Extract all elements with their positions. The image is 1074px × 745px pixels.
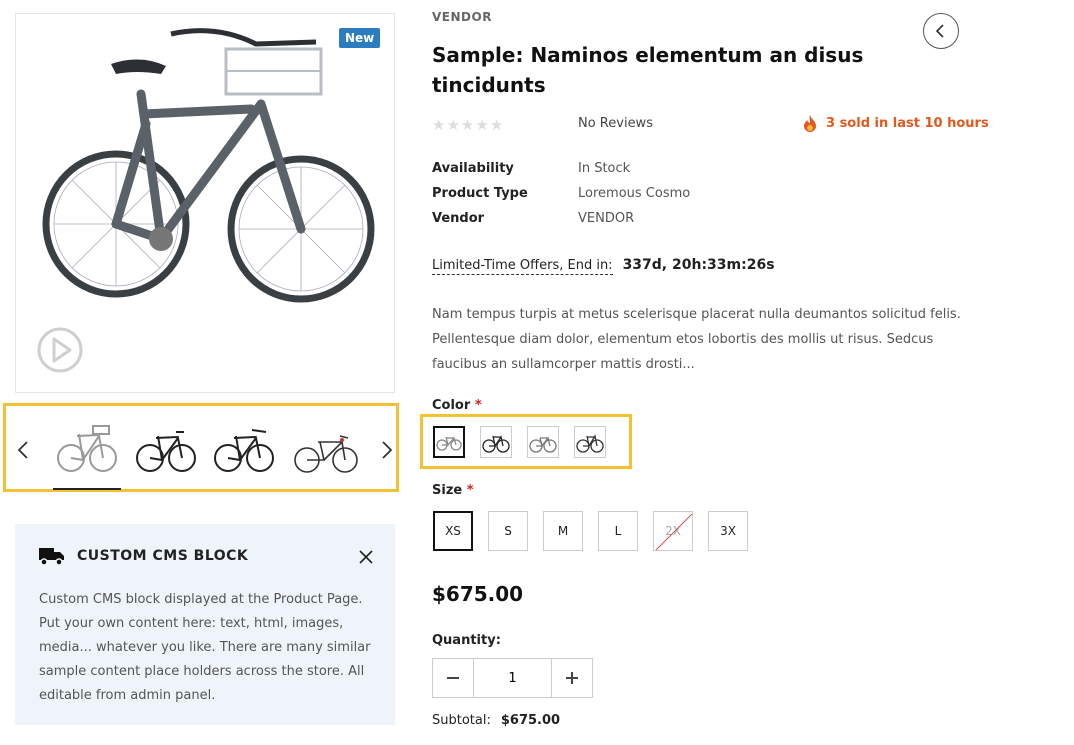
product-description: Nam tempus turpis at metus scelerisque p…: [432, 307, 961, 372]
size-option-xs[interactable]: XS: [433, 511, 473, 551]
play-video-button[interactable]: [36, 326, 84, 374]
color-swatch-4[interactable]: [574, 426, 606, 458]
thumb-prev-button[interactable]: [16, 440, 30, 460]
color-swatch-2[interactable]: [480, 426, 512, 458]
subtotal-value: $675.00: [500, 713, 561, 728]
star-icon: ★: [489, 116, 505, 134]
cms-close-button[interactable]: [359, 549, 373, 564]
size-option-2x[interactable]: 2X: [653, 511, 693, 551]
chevron-left-icon: [935, 24, 944, 38]
size-option-l[interactable]: L: [598, 511, 638, 551]
sold-indicator: 3 sold in last 10 hours: [802, 114, 989, 132]
color-label: Color *: [432, 398, 482, 413]
product-title: Sample: Naminos elementum an disus tinci…: [432, 43, 864, 97]
truck-icon: [39, 548, 64, 566]
bicycle-thumb-icon: [214, 429, 274, 472]
quantity-increase-button[interactable]: [552, 659, 592, 697]
bicycle-swatch-icon: [436, 436, 462, 451]
star-icon: ★: [432, 116, 447, 134]
bicycle-thumb-icon: [136, 431, 196, 472]
chevron-right-icon: [382, 441, 393, 459]
color-label-text: Color: [432, 398, 471, 413]
size-text: XS: [445, 524, 461, 538]
plus-icon: [566, 672, 578, 684]
info-value[interactable]: Loremous Cosmo: [578, 186, 778, 201]
offer-countdown: 337d, 20h:33m:26s: [622, 257, 775, 273]
star-icon: ★: [460, 116, 476, 134]
main-product-image[interactable]: New: [15, 13, 395, 393]
bicycle-swatch-icon: [482, 435, 510, 453]
custom-cms-block: CUSTOM CMS BLOCK Custom CMS block displa…: [15, 524, 395, 725]
rating-stars[interactable]: ★★★★★: [432, 116, 504, 134]
cms-title: CUSTOM CMS BLOCK: [77, 548, 249, 564]
thumbnail-carousel: [3, 403, 399, 492]
info-key: Product Type: [432, 186, 528, 201]
back-button[interactable]: [923, 13, 959, 49]
bicycle-thumb-icon: [57, 425, 117, 472]
new-badge: New: [339, 28, 381, 48]
size-text: S: [504, 524, 512, 538]
thumbnail-4[interactable]: [292, 418, 360, 478]
bicycle-swatch-icon: [529, 436, 557, 453]
vendor-label[interactable]: VENDOR: [432, 10, 492, 24]
required-mark: *: [466, 483, 474, 498]
chevron-left-icon: [17, 441, 28, 459]
star-icon: ★: [475, 116, 490, 134]
star-icon: ★: [446, 116, 461, 134]
bicycle-thumb-icon: [294, 435, 358, 473]
thumbnail-2[interactable]: [132, 418, 200, 478]
size-option-3x[interactable]: 3X: [708, 511, 748, 551]
minus-icon: [447, 677, 459, 679]
reviews-count[interactable]: No Reviews: [578, 116, 653, 131]
color-swatch-3[interactable]: [527, 426, 559, 458]
subtotal: Subtotal: $675.00: [432, 713, 560, 728]
subtotal-label: Subtotal:: [432, 713, 491, 728]
offer-label: Limited-Time Offers, End in:: [432, 258, 613, 275]
sold-text: 3 sold in last 10 hours: [826, 115, 989, 131]
size-text: 3X: [720, 524, 736, 538]
color-swatch-1[interactable]: [433, 426, 465, 458]
unavailable-strike-icon: [655, 513, 693, 551]
size-option-m[interactable]: M: [543, 511, 583, 551]
thumbnail-1[interactable]: [53, 418, 121, 490]
quantity-label: Quantity:: [432, 633, 501, 648]
size-label-text: Size: [432, 483, 463, 498]
product-price: $675.00: [432, 582, 524, 606]
info-value: In Stock: [578, 161, 631, 176]
limited-offer: Limited-Time Offers, End in: 337d, 20h:3…: [432, 257, 775, 275]
info-key: Vendor: [432, 211, 485, 226]
info-key: Availability: [432, 161, 514, 176]
quantity-decrease-button[interactable]: [433, 659, 473, 697]
size-text: L: [614, 524, 622, 538]
required-mark: *: [474, 398, 482, 413]
size-text: M: [557, 524, 569, 538]
close-icon: [359, 550, 373, 564]
thumbnail-3[interactable]: [210, 418, 278, 478]
color-swatches: [420, 414, 632, 469]
cms-text: Custom CMS block displayed at the Produc…: [39, 592, 371, 703]
quantity-stepper: [432, 658, 593, 698]
bicycle-swatch-icon: [576, 434, 604, 453]
size-label: Size *: [432, 483, 474, 498]
fire-icon: [804, 115, 816, 132]
quantity-input[interactable]: [473, 659, 552, 697]
size-option-s[interactable]: S: [488, 511, 528, 551]
thumb-next-button[interactable]: [380, 440, 394, 460]
info-value[interactable]: VENDOR: [578, 211, 778, 226]
play-icon: [37, 327, 83, 373]
